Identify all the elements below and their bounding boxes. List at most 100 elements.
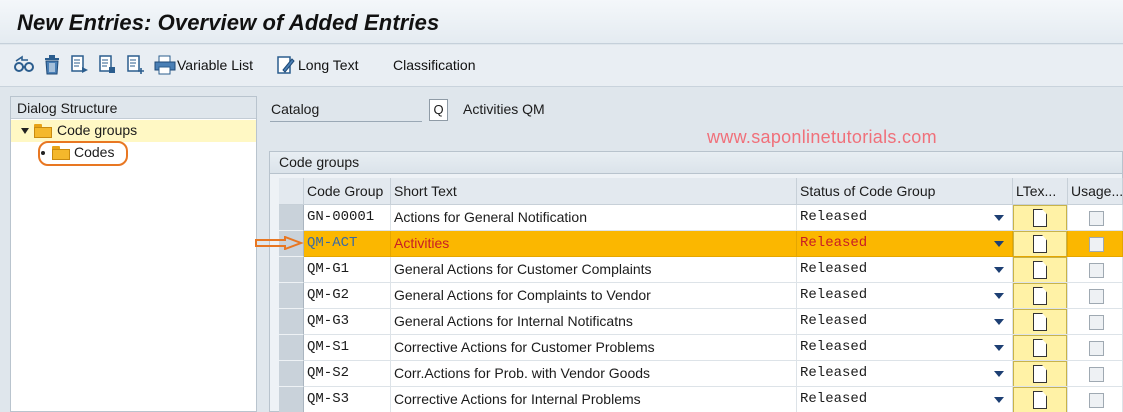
dropdown-arrow-icon[interactable]	[994, 241, 1004, 247]
usage-checkbox[interactable]	[1089, 263, 1104, 278]
status-dropdown[interactable]: Released	[797, 335, 1013, 361]
select-all-cell[interactable]	[279, 178, 304, 205]
tree-item-code-groups[interactable]: Code groups	[11, 120, 256, 142]
page-icon[interactable]	[125, 54, 147, 76]
short-text-cell[interactable]: Actions for General Notification	[391, 205, 797, 231]
usage-cell[interactable]	[1068, 309, 1123, 335]
short-text-cell[interactable]: Activities	[391, 231, 797, 257]
table-row[interactable]: QM-G3 General Actions for Internal Notif…	[279, 309, 1123, 335]
short-text-cell[interactable]: General Actions for Customer Complaints	[391, 257, 797, 283]
long-text-cell[interactable]	[1013, 361, 1068, 387]
code-group-cell[interactable]: QM-ACT	[304, 231, 391, 257]
long-text-cell[interactable]	[1013, 231, 1068, 257]
short-text-cell[interactable]: General Actions for Internal Notificatns	[391, 309, 797, 335]
short-text-cell[interactable]: General Actions for Complaints to Vendor	[391, 283, 797, 309]
expand-triangle-icon[interactable]	[21, 128, 29, 134]
table-row-highlighted[interactable]: QM-ACT Activities Released	[279, 231, 1123, 257]
usage-checkbox[interactable]	[1089, 393, 1104, 408]
usage-checkbox[interactable]	[1089, 237, 1104, 252]
long-text-cell[interactable]	[1013, 283, 1068, 309]
classification-button[interactable]: Classification	[393, 57, 475, 73]
short-text-cell[interactable]: Corr.Actions for Prob. with Vendor Goods	[391, 361, 797, 387]
code-group-cell[interactable]: QM-G1	[304, 257, 391, 283]
document-icon	[1033, 287, 1047, 305]
table-row[interactable]: QM-G1 General Actions for Customer Compl…	[279, 257, 1123, 283]
long-text-cell[interactable]	[1013, 205, 1068, 231]
column-header-usage[interactable]: Usage...	[1068, 178, 1123, 205]
delete-icon[interactable]	[41, 54, 63, 76]
long-text-button[interactable]	[1013, 257, 1067, 282]
row-selector[interactable]	[279, 205, 304, 231]
table-row[interactable]: QM-S3 Corrective Actions for Internal Pr…	[279, 387, 1123, 412]
dropdown-arrow-icon[interactable]	[994, 215, 1004, 221]
long-text-button[interactable]	[1013, 335, 1067, 360]
usage-cell[interactable]	[1068, 361, 1123, 387]
long-text-cell[interactable]	[1013, 335, 1068, 361]
long-text-button[interactable]: Long Text	[298, 57, 358, 73]
edit-long-text-icon[interactable]	[275, 54, 297, 76]
row-selector[interactable]	[279, 257, 304, 283]
long-text-button[interactable]	[1013, 309, 1067, 334]
usage-checkbox[interactable]	[1089, 211, 1104, 226]
long-text-cell[interactable]	[1013, 387, 1068, 412]
row-selector[interactable]	[279, 335, 304, 361]
table-row[interactable]: GN-00001 Actions for General Notificatio…	[279, 205, 1123, 231]
dropdown-arrow-icon[interactable]	[994, 397, 1004, 403]
usage-cell[interactable]	[1068, 205, 1123, 231]
usage-cell[interactable]	[1068, 283, 1123, 309]
print-icon[interactable]	[154, 54, 176, 76]
code-group-cell[interactable]: GN-00001	[304, 205, 391, 231]
column-header-short-text[interactable]: Short Text	[391, 178, 797, 205]
code-group-cell[interactable]: QM-G3	[304, 309, 391, 335]
long-text-button[interactable]	[1013, 205, 1067, 230]
code-group-cell[interactable]: QM-S1	[304, 335, 391, 361]
long-text-cell[interactable]	[1013, 309, 1068, 335]
column-header-status[interactable]: Status of Code Group	[797, 178, 1013, 205]
variable-list-button[interactable]: Variable List	[177, 57, 253, 73]
copy-icon[interactable]	[69, 54, 91, 76]
dropdown-arrow-icon[interactable]	[994, 371, 1004, 377]
code-group-cell[interactable]: QM-G2	[304, 283, 391, 309]
status-dropdown[interactable]: Released	[797, 283, 1013, 309]
column-header-code-group[interactable]: Code Group	[304, 178, 391, 205]
long-text-cell[interactable]	[1013, 257, 1068, 283]
code-group-cell[interactable]: QM-S3	[304, 387, 391, 412]
usage-checkbox[interactable]	[1089, 289, 1104, 304]
row-selector[interactable]	[279, 283, 304, 309]
dropdown-arrow-icon[interactable]	[994, 319, 1004, 325]
glasses-change-icon[interactable]	[13, 54, 35, 76]
table-row[interactable]: QM-S2 Corr.Actions for Prob. with Vendor…	[279, 361, 1123, 387]
usage-cell[interactable]	[1068, 257, 1123, 283]
row-selector[interactable]	[279, 387, 304, 412]
column-header-long-text[interactable]: LTex...	[1013, 178, 1068, 205]
short-text-cell[interactable]: Corrective Actions for Customer Problems	[391, 335, 797, 361]
row-selector[interactable]	[279, 361, 304, 387]
short-text-cell[interactable]: Corrective Actions for Internal Problems	[391, 387, 797, 412]
long-text-button[interactable]	[1013, 361, 1067, 386]
table-row[interactable]: QM-S1 Corrective Actions for Customer Pr…	[279, 335, 1123, 361]
long-text-button[interactable]	[1013, 387, 1067, 412]
status-dropdown[interactable]: Released	[797, 309, 1013, 335]
status-dropdown[interactable]: Released	[797, 361, 1013, 387]
usage-checkbox[interactable]	[1089, 367, 1104, 382]
status-dropdown[interactable]: Released	[797, 387, 1013, 412]
document-icon	[1033, 235, 1047, 253]
row-selector[interactable]	[279, 309, 304, 335]
usage-checkbox[interactable]	[1089, 341, 1104, 356]
dropdown-arrow-icon[interactable]	[994, 293, 1004, 299]
catalog-field[interactable]: Q	[429, 99, 448, 121]
usage-checkbox[interactable]	[1089, 315, 1104, 330]
save-icon[interactable]	[97, 54, 119, 76]
status-dropdown[interactable]: Released	[797, 257, 1013, 283]
usage-cell[interactable]	[1068, 231, 1123, 257]
status-dropdown[interactable]: Released	[797, 231, 1013, 257]
code-group-cell[interactable]: QM-S2	[304, 361, 391, 387]
status-dropdown[interactable]: Released	[797, 205, 1013, 231]
dropdown-arrow-icon[interactable]	[994, 345, 1004, 351]
dropdown-arrow-icon[interactable]	[994, 267, 1004, 273]
table-row[interactable]: QM-G2 General Actions for Complaints to …	[279, 283, 1123, 309]
usage-cell[interactable]	[1068, 335, 1123, 361]
usage-cell[interactable]	[1068, 387, 1123, 412]
long-text-button[interactable]	[1013, 283, 1067, 308]
long-text-button[interactable]	[1013, 231, 1067, 256]
